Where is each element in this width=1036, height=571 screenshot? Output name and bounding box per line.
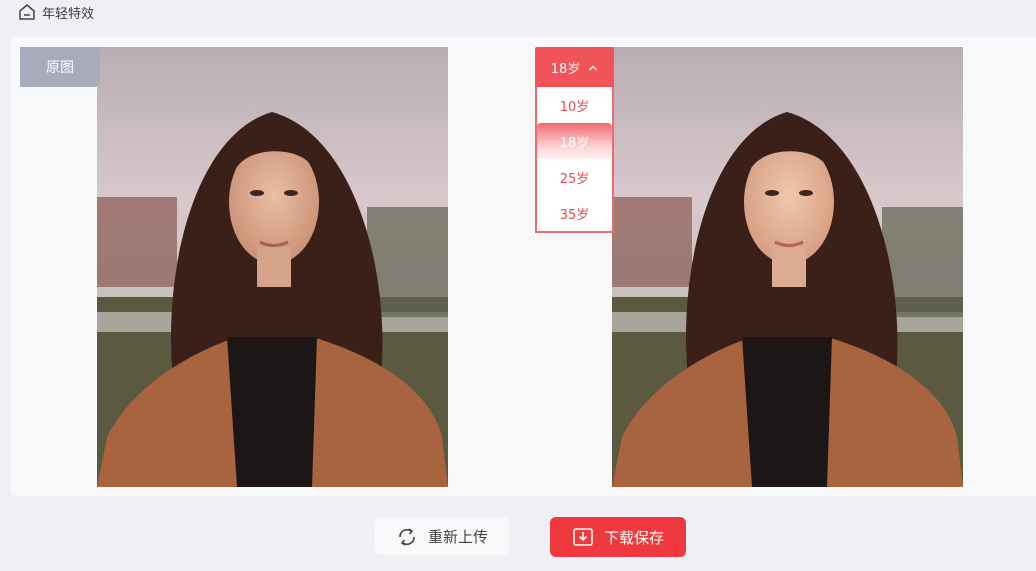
original-photo <box>97 47 448 487</box>
age-option-35[interactable]: 35岁 <box>537 195 612 231</box>
age-option-18[interactable]: 18岁 <box>537 123 612 159</box>
result-photo <box>612 47 963 487</box>
download-icon <box>572 526 594 548</box>
age-option-25[interactable]: 25岁 <box>537 159 612 195</box>
age-select-dropdown[interactable]: 18岁 <box>535 47 614 87</box>
home-icon[interactable] <box>18 3 36 21</box>
reupload-button[interactable]: 重新上传 <box>375 518 509 555</box>
reupload-label: 重新上传 <box>427 528 488 546</box>
page-header: 年轻特效 <box>18 2 94 22</box>
age-option-10[interactable]: 10岁 <box>537 87 612 123</box>
refresh-icon <box>396 526 418 548</box>
age-options-menu: 10岁 18岁 25岁 35岁 <box>535 87 614 233</box>
age-select-value: 18岁 <box>550 61 581 77</box>
download-save-button[interactable]: 下载保存 <box>550 517 686 557</box>
page-title: 年轻特效 <box>42 6 95 22</box>
chevron-up-icon <box>588 62 598 72</box>
original-tag: 原图 <box>20 47 100 87</box>
download-label: 下载保存 <box>603 528 664 547</box>
